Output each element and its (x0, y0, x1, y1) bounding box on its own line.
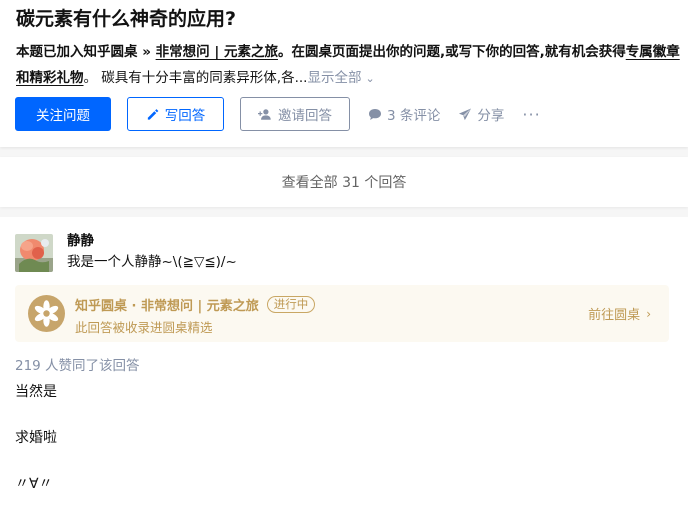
chevron-down-icon: ⌄ (365, 72, 375, 85)
comments-button[interactable]: 3 条评论 (368, 97, 440, 131)
description-mid: 。在圆桌页面提出你的问题,或写下你的回答,就有机会获得 (277, 44, 626, 60)
answer-content-line: 求婚啦 (15, 430, 57, 446)
view-all-label: 查看全部 31 个回答 (281, 175, 407, 191)
roundtable-link[interactable]: 非常想问 | 元素之旅 (156, 44, 278, 60)
chevron-right-icon: › (646, 306, 651, 321)
invite-answer-label: 邀请回答 (278, 108, 332, 124)
question-header: 碳元素有什么神奇的应用? 本题已加入知乎圆桌 » 非常想问 | 元素之旅。在圆桌… (0, 0, 688, 147)
share-label: 分享 (477, 108, 505, 124)
question-description: 本题已加入知乎圆桌 » 非常想问 | 元素之旅。在圆桌页面提出你的问题,或写下你… (16, 39, 680, 92)
avatar-image (15, 234, 53, 272)
question-actions: 关注问题 写回答 邀请回答 3 条评论 分享 ··· (15, 97, 541, 131)
write-answer-button[interactable]: 写回答 (127, 97, 224, 131)
comments-label: 3 条评论 (387, 108, 441, 124)
show-all-button[interactable]: 显示全部 ⌄ (307, 70, 374, 86)
answer-content-line: 〃∀〃 (15, 476, 53, 492)
comment-icon (369, 108, 381, 120)
roundtable-subtitle: 此回答被收录进圆桌精选 (75, 320, 213, 335)
view-all-answers-button[interactable]: 查看全部 31 个回答 (0, 157, 688, 207)
roundtable-title: 知乎圆桌 · 非常想问 | 元素之旅 进行中 (75, 295, 316, 314)
roundtable-notice: 本题已加入知乎圆桌 » (16, 44, 156, 60)
description-rest: 。 碳具有十分丰富的同素异形体,各... (83, 70, 308, 86)
show-all-label: 显示全部 (307, 70, 362, 86)
question-title[interactable]: 碳元素有什么神奇的应用? (16, 6, 236, 32)
more-options-button[interactable]: ··· (522, 105, 540, 124)
go-to-roundtable-link[interactable]: 前往圆桌 › (588, 304, 651, 324)
follow-question-label: 关注问题 (36, 108, 90, 124)
pencil-icon (147, 108, 159, 120)
follow-question-button[interactable]: 关注问题 (15, 97, 111, 131)
write-answer-label: 写回答 (164, 108, 206, 124)
avatar[interactable] (15, 234, 53, 272)
go-to-roundtable-label: 前往圆桌 (588, 308, 641, 323)
answer-content-line: 当然是 (15, 384, 57, 400)
roundtable-banner[interactable]: 知乎圆桌 · 非常想问 | 元素之旅 进行中 此回答被收录进圆桌精选 前往圆桌 … (15, 285, 669, 342)
roundtable-logo-icon (28, 295, 65, 332)
author-name[interactable]: 静静 (67, 232, 94, 250)
vote-count: 219 人赞同了该回答 (15, 358, 140, 374)
roundtable-status-badge: 进行中 (266, 296, 316, 313)
author-bio: 我是一个人静静~\(≧▽≦)/~ (67, 254, 237, 270)
invite-answer-button[interactable]: 邀请回答 (240, 97, 350, 131)
paper-plane-icon (459, 107, 472, 120)
roundtable-title-label: 知乎圆桌 · 非常想问 | 元素之旅 (75, 299, 259, 314)
page: 碳元素有什么神奇的应用? 本题已加入知乎圆桌 » 非常想问 | 元素之旅。在圆桌… (0, 0, 688, 512)
share-button[interactable]: 分享 (458, 97, 504, 131)
add-user-icon (258, 108, 271, 120)
answer-card: 静静 我是一个人静静~\(≧▽≦)/~ 知乎圆桌 · 非常想问 | 元素之旅 进… (0, 217, 688, 512)
